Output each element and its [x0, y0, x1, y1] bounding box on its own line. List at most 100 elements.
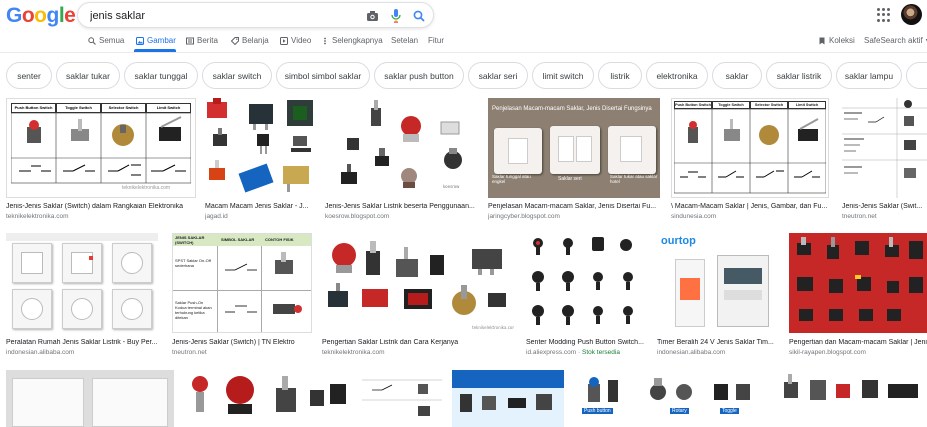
tab-selengkapnya[interactable]: Selengkapnya: [321, 36, 383, 45]
chip-saklar[interactable]: saklar: [712, 62, 762, 89]
chip-saklar-switch[interactable]: saklar switch: [202, 62, 272, 89]
logo-letter: G: [6, 4, 22, 27]
result-image-7[interactable]: [6, 233, 158, 333]
switches-collage: [207, 98, 313, 193]
stock-badge: Stok tersedia: [582, 349, 620, 356]
hotel-switch-plate: [608, 126, 656, 174]
result-caption-12[interactable]: Pengertian dan Macam-macam Saklar | Jeni…: [789, 339, 927, 346]
result-source-5: sindunesia.com: [671, 213, 717, 220]
chip-elektronika[interactable]: elektronika: [646, 62, 708, 89]
tab-gambar[interactable]: Gambar: [136, 36, 176, 45]
result-image-4[interactable]: Penjelasan Macam-macam Saklar, Jenis Dis…: [488, 98, 660, 198]
camera-icon[interactable]: [364, 8, 380, 24]
switches-assortment: koesrow: [341, 100, 462, 189]
result-image-10[interactable]: [526, 233, 646, 333]
tab-setelan[interactable]: Setelan: [391, 36, 418, 45]
result-image-3[interactable]: koesrow: [325, 98, 477, 198]
tag-icon: [231, 36, 239, 45]
safesearch-toggle[interactable]: SafeSearch aktif ▾: [864, 36, 927, 45]
logo-letter: e: [64, 4, 76, 27]
result-image-1[interactable]: Push Button Switch Toggle Switch Selecto…: [6, 98, 196, 198]
double-switch-plate: [550, 126, 600, 174]
result-source-12: sikil-rayapen.blogspot.com: [789, 349, 866, 356]
wall-switch-thumb: [12, 243, 52, 283]
result-caption-10[interactable]: Senter Modding Push Button Switch...: [526, 339, 646, 346]
result-source-9: teknikelektronika.com: [322, 349, 385, 356]
switch-types-photo: [588, 377, 750, 402]
microphone-icon[interactable]: [388, 8, 404, 24]
tab-fitur[interactable]: Fitur: [428, 36, 444, 45]
tab-belanja[interactable]: Belanja: [231, 36, 269, 45]
wall-switch-thumb: [62, 243, 102, 283]
koleksi-link[interactable]: Koleksi: [818, 36, 855, 45]
switch-symbols: [225, 252, 302, 314]
chip-saklar-tunggal[interactable]: saklar tunggal: [124, 62, 198, 89]
result-caption-2[interactable]: Macam Macam Jenis Saklar - J...: [205, 203, 317, 210]
result-caption-3[interactable]: Jenis-Jenis Saklar Listrik beserta Pengg…: [325, 203, 477, 210]
bookmark-icon: [819, 37, 825, 44]
switch-diagram: [674, 109, 826, 194]
wall-socket-thumb: [12, 289, 52, 329]
result-image-9[interactable]: teknikelektronika.com: [322, 233, 514, 333]
wall-socket-thumb: [112, 289, 152, 329]
apps-grid-icon[interactable]: [877, 8, 891, 22]
switches-assortment: [192, 376, 346, 414]
result-image-2[interactable]: [205, 98, 317, 198]
tab-berita[interactable]: Berita: [186, 36, 218, 45]
result-caption-9[interactable]: Pengertian Saklar Listrik dan Cara Kerja…: [322, 339, 514, 346]
more-icon: [324, 37, 326, 44]
chip-saklar-listrik[interactable]: saklar listrik: [766, 62, 832, 89]
result-source-2: jagad.id: [205, 213, 228, 220]
brand-logo: ourtop: [661, 235, 696, 247]
google-logo[interactable]: Google: [6, 4, 76, 28]
result-source-11: indonesian.alibaba.com: [657, 349, 726, 356]
result-source-6: tneutron.net: [842, 213, 877, 220]
chip-listrik[interactable]: listrik: [598, 62, 642, 89]
switch-symbol-chart: [842, 98, 927, 198]
result-source-3: koesrow.blogspot.com: [325, 213, 390, 220]
result-image-5[interactable]: Push Button Switch Toggle Switch Selecto…: [671, 98, 829, 198]
chip-saklar-push-button[interactable]: saklar push button: [374, 62, 464, 89]
result-caption-6[interactable]: Jenis-Jenis Saklar (Swit...: [842, 203, 927, 210]
result-source-4: jaringcyber.blogspot.com: [488, 213, 560, 220]
result-image-13[interactable]: [6, 370, 174, 427]
result-image-17[interactable]: Push button Rotary Toggle: [574, 370, 766, 427]
chip-simbol-simbol-saklar[interactable]: simbol simbol saklar: [276, 62, 370, 89]
result-caption-5[interactable]: \ Macam-Macam Saklar | Jenis, Gambar, da…: [671, 203, 829, 210]
result-image-14[interactable]: [184, 370, 352, 427]
chip-senter[interactable]: senter: [6, 62, 52, 89]
wall-socket-thumb: [112, 243, 152, 283]
tab-video[interactable]: Video: [280, 36, 311, 45]
chip-overflow[interactable]: [906, 62, 927, 89]
chip-limit-switch[interactable]: limit switch: [532, 62, 594, 89]
push-button-grid: [532, 237, 633, 325]
chip-saklar-tukar[interactable]: saklar tukar: [56, 62, 120, 89]
timer-module: [717, 255, 769, 327]
nav-divider: [0, 52, 927, 53]
result-image-8[interactable]: JENIS SAKLAR (SWITCH) SIMBOL SAKLAR CONT…: [172, 233, 312, 333]
video-icon: [280, 36, 288, 45]
result-image-16[interactable]: [452, 370, 564, 427]
result-source-1: teknikelektronika.com: [6, 213, 69, 220]
result-image-6[interactable]: [842, 98, 927, 198]
result-image-15[interactable]: [362, 370, 442, 427]
account-avatar[interactable]: [901, 4, 922, 25]
result-caption-7[interactable]: Peralatan Rumah Jenis Saklar Listrik - B…: [6, 339, 158, 346]
tab-semua[interactable]: Semua: [88, 36, 124, 45]
result-caption-8[interactable]: Jenis-Jenis Saklar (Switch) | TN Elektro: [172, 339, 312, 346]
chip-saklar-lampu[interactable]: saklar lampu: [836, 62, 902, 89]
search-box[interactable]: [77, 2, 434, 28]
switch-symbol-chart: [362, 379, 442, 416]
result-source-7: indonesian.alibaba.com: [6, 349, 75, 356]
result-image-11[interactable]: ourtop: [657, 233, 777, 333]
switch-diagram: [11, 113, 191, 184]
result-caption-1[interactable]: Jenis-Jenis Saklar (Switch) dalam Rangka…: [6, 203, 196, 210]
search-input[interactable]: [90, 7, 350, 24]
result-caption-11[interactable]: Timer Beralih 24 V Jenis Saklar Tim...: [657, 339, 777, 346]
search-icon[interactable]: [411, 8, 427, 24]
search-nav: Semua Gambar Berita Belanja Video Seleng…: [0, 34, 927, 52]
result-image-12[interactable]: [789, 233, 927, 333]
result-caption-4[interactable]: Penjelasan Macam-macam Saklar, Jenis Dis…: [488, 203, 660, 210]
result-image-18[interactable]: [778, 370, 927, 427]
chip-saklar-seri[interactable]: saklar seri: [468, 62, 528, 89]
